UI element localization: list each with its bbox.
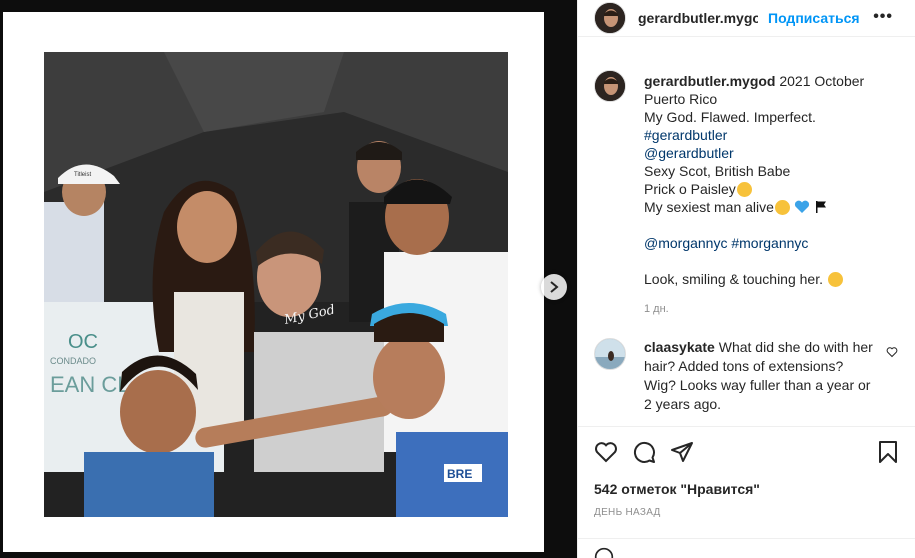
caption-time[interactable]: 1 дн. xyxy=(644,300,894,318)
caption-line: Sexy Scot, British Babe xyxy=(644,163,791,179)
commenter-username[interactable]: claasykate xyxy=(644,339,715,355)
post-photo[interactable]: OC CONDADO EAN CL Titleist My God BRE xyxy=(44,52,508,517)
share-send-icon[interactable] xyxy=(670,440,694,464)
caption-line: Look, smiling & touching her. xyxy=(644,271,823,287)
grin-emoji-icon xyxy=(827,272,843,287)
post-actions: 542 отметок "Нравится" День назад xyxy=(578,426,915,518)
cap-logo: Titleist xyxy=(74,172,91,178)
comment-text: claasykate What did she do with her hair… xyxy=(644,338,876,414)
caption-line: My sexiest man alive xyxy=(644,199,774,215)
like-heart-icon[interactable] xyxy=(594,440,618,464)
wink-kiss-emoji-icon xyxy=(736,182,752,197)
next-photo-button[interactable] xyxy=(541,274,567,300)
post-panel: gerardbutler.mygoc Подписаться ••• gerar… xyxy=(577,0,915,558)
caption-line: Prick o Paisley xyxy=(644,181,736,197)
smile-emoji-icon xyxy=(774,200,790,215)
blue-heart-icon xyxy=(794,200,809,213)
header-username[interactable]: gerardbutler.mygoc xyxy=(638,10,758,26)
comment-bubble-icon[interactable] xyxy=(632,440,656,464)
post-media: OC CONDADO EAN CL Titleist My God BRE xyxy=(0,0,577,558)
banner-mark: OC xyxy=(68,331,98,353)
likes-count[interactable]: 542 отметок "Нравится" xyxy=(594,481,900,497)
chevron-right-icon xyxy=(550,281,559,293)
like-comment-heart-icon[interactable] xyxy=(886,346,898,358)
commenter-avatar[interactable] xyxy=(594,338,626,370)
avatar[interactable] xyxy=(594,2,626,34)
comment-item: claasykate What did she do with her hair… xyxy=(594,338,900,414)
bookmark-icon[interactable] xyxy=(876,440,900,464)
photo-illustration: OC CONDADO EAN CL Titleist My God BRE xyxy=(44,52,508,517)
post-time[interactable]: День назад xyxy=(594,507,900,518)
caption-text: gerardbutler.mygod 2021 October Puerto R… xyxy=(644,72,894,318)
add-comment-row xyxy=(578,538,915,558)
emoji-picker-icon[interactable] xyxy=(594,547,614,558)
caption-line: My God. Flawed. Imperfect. xyxy=(644,109,816,125)
banner-top: CONDADO xyxy=(50,356,96,366)
comments-area: gerardbutler.mygod 2021 October Puerto R… xyxy=(578,56,915,426)
jersey-text: BRE xyxy=(447,467,472,481)
black-flag-icon xyxy=(815,201,826,213)
banner-bottom: EAN CL xyxy=(50,372,129,397)
post-header: gerardbutler.mygoc Подписаться ••• xyxy=(578,0,915,37)
action-icons xyxy=(594,427,900,477)
avatar-image xyxy=(595,3,625,33)
follow-button[interactable]: Подписаться xyxy=(768,10,860,26)
avatar-image xyxy=(595,71,625,101)
hashtag-link[interactable]: #morgannyc xyxy=(731,235,808,251)
photo-frame: OC CONDADO EAN CL Titleist My God BRE xyxy=(3,12,544,552)
post-caption: gerardbutler.mygod 2021 October Puerto R… xyxy=(594,56,900,318)
avatar-image xyxy=(595,339,625,369)
caption-first-line: 2021 October xyxy=(779,73,865,89)
hashtag-link[interactable]: #gerardbutler xyxy=(644,126,894,144)
caption-avatar[interactable] xyxy=(594,70,626,102)
caption-username[interactable]: gerardbutler.mygod xyxy=(644,73,775,89)
caption-line: Puerto Rico xyxy=(644,91,718,107)
mention-link[interactable]: @gerardbutler xyxy=(644,144,894,162)
mention-link[interactable]: @morgannyc xyxy=(644,235,727,251)
more-options-button[interactable]: ••• xyxy=(873,8,893,26)
